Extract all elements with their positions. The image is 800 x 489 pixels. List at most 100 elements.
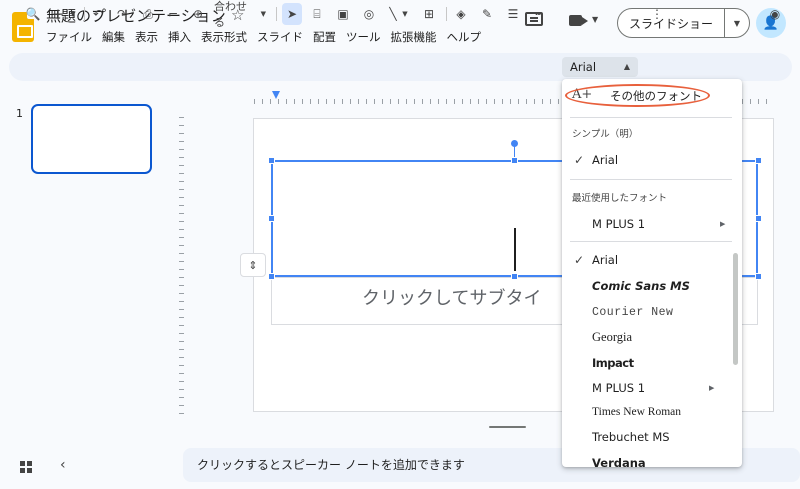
vertical-align-icon[interactable]: ⇕: [240, 253, 266, 277]
comment-add-icon[interactable]: ⊞: [420, 0, 438, 28]
record-icon[interactable]: ◉: [766, 0, 784, 28]
font-item-arial-simple[interactable]: ✓ Arial: [562, 148, 730, 172]
menu-extensions[interactable]: 拡張機能: [391, 29, 437, 45]
font-item-trebuchet[interactable]: Trebuchet MS: [562, 425, 730, 449]
image-icon[interactable]: ▣: [334, 0, 352, 28]
undo-icon[interactable]: ↶: [90, 0, 106, 28]
menu-insert[interactable]: 挿入: [168, 29, 191, 45]
submenu-arrow-icon: ▶: [720, 220, 726, 228]
fill-color-icon[interactable]: ◈: [452, 0, 470, 28]
font-item-label: M PLUS 1: [592, 217, 646, 231]
menu-tools[interactable]: ツール: [346, 29, 381, 45]
border-color-icon[interactable]: ✎: [478, 0, 496, 28]
menu-format[interactable]: 表示形式: [201, 29, 247, 45]
font-item-label: Comic Sans MS: [592, 279, 690, 293]
section-header-recent: 最近使用したフォント: [572, 193, 668, 204]
redo-icon[interactable]: ↷: [114, 0, 130, 28]
chevron-up-icon: ▲: [623, 62, 630, 71]
chevron-down-icon[interactable]: ▼: [68, 0, 78, 28]
resize-handle[interactable]: [755, 273, 762, 280]
font-item-mplus-recent[interactable]: M PLUS 1 ▶: [562, 212, 730, 236]
font-item-label: Arial: [592, 153, 619, 167]
divider: [276, 7, 277, 21]
font-item-label: Arial: [592, 253, 619, 267]
notes-resize-handle[interactable]: [489, 426, 526, 428]
font-item-label: Courier New: [592, 305, 674, 319]
font-item-times-new-roman[interactable]: Times New Roman: [562, 400, 730, 424]
font-item-courier-new[interactable]: Courier New: [562, 300, 730, 324]
font-select[interactable]: Arial ▲: [562, 57, 638, 77]
slideshow-dropdown-icon[interactable]: ▼: [725, 9, 749, 37]
font-item-label: Verdana: [592, 456, 646, 467]
slide-thumbnail[interactable]: [31, 104, 152, 174]
toolbar: [9, 53, 792, 81]
resize-handle[interactable]: [511, 157, 518, 164]
font-item-label: Georgia: [592, 329, 633, 344]
font-item-label: Impact: [592, 356, 634, 370]
menu-bar: ファイル 編集 表示 挿入 表示形式 スライド 配置 ツール 拡張機能 ヘルプ: [46, 29, 481, 45]
text-cursor: [514, 228, 516, 271]
menu-slide[interactable]: スライド: [257, 29, 303, 45]
more-vert-icon[interactable]: ⋮: [650, 0, 664, 28]
menu-help[interactable]: ヘルプ: [447, 29, 482, 45]
divider: [84, 7, 85, 21]
resize-handle[interactable]: [511, 273, 518, 280]
chevron-down-icon: ▼: [260, 10, 266, 18]
zoom-label: 合わせる: [214, 0, 247, 29]
resize-handle[interactable]: [268, 157, 275, 164]
new-slide-icon[interactable]: +: [50, 0, 66, 28]
vertical-ruler[interactable]: [176, 117, 184, 417]
border-weight-icon[interactable]: ☰: [504, 0, 522, 28]
resize-handle[interactable]: [755, 157, 762, 164]
chevron-left-icon[interactable]: ‹: [60, 457, 66, 473]
zoom-icon[interactable]: ⊕: [190, 0, 206, 28]
chevron-down-icon[interactable]: ▼: [592, 15, 598, 24]
subtitle-placeholder-text[interactable]: クリックしてサブタイ: [362, 284, 541, 310]
font-item-label: M PLUS 1: [592, 381, 646, 395]
divider: [570, 179, 732, 180]
text-box-icon[interactable]: ⌸: [308, 0, 326, 28]
video-camera-icon[interactable]: [569, 15, 588, 26]
check-icon: ✓: [574, 253, 585, 267]
rotate-handle[interactable]: [511, 140, 518, 147]
menu-arrange[interactable]: 配置: [313, 29, 336, 45]
font-dropdown-menu: A+ その他のフォント シンプル（明） ✓ Arial 最近使用したフォント M…: [562, 79, 742, 467]
resize-handle[interactable]: [755, 215, 762, 222]
resize-handle[interactable]: [268, 273, 275, 280]
zoom-select[interactable]: 合わせる ▼: [214, 0, 266, 29]
slideshow-button[interactable]: スライドショー: [618, 9, 724, 37]
font-item-label: Times New Roman: [592, 406, 682, 418]
font-item-verdana[interactable]: Verdana: [562, 451, 730, 467]
menu-view[interactable]: 表示: [135, 29, 158, 45]
divider: [570, 117, 732, 118]
grid-view-icon[interactable]: [20, 461, 32, 473]
submenu-arrow-icon: ▶: [709, 384, 715, 392]
slide-number: 1: [16, 107, 23, 120]
chevron-down-icon[interactable]: ▼: [400, 0, 410, 28]
font-item-arial[interactable]: ✓ Arial: [562, 248, 730, 272]
font-item-impact[interactable]: Impact: [562, 351, 730, 375]
select-cursor-icon[interactable]: ➤: [282, 3, 302, 25]
font-select-value: Arial: [570, 60, 597, 74]
resize-handle[interactable]: [268, 215, 275, 222]
annotation-highlight-ellipse: [565, 84, 710, 107]
border-dash-icon[interactable]: ┅: [530, 0, 548, 28]
print-icon[interactable]: ⎙: [139, 0, 157, 28]
menu-edit[interactable]: 編集: [102, 29, 125, 45]
menu-file[interactable]: ファイル: [46, 29, 92, 45]
font-item-georgia[interactable]: Georgia: [562, 325, 730, 349]
search-icon[interactable]: 🔍: [24, 0, 42, 28]
font-item-mplus[interactable]: M PLUS 1 ▶: [562, 376, 730, 400]
shape-icon[interactable]: ◎: [360, 0, 378, 28]
dropdown-scrollbar[interactable]: [733, 253, 738, 365]
divider: [446, 7, 447, 21]
font-item-label: Trebuchet MS: [592, 430, 670, 444]
section-header-simple: シンプル（明）: [572, 129, 639, 140]
speaker-notes-placeholder[interactable]: クリックするとスピーカー ノートを追加できます: [197, 456, 465, 473]
check-icon: ✓: [574, 153, 585, 167]
divider: [570, 241, 732, 242]
line-icon[interactable]: ╲: [386, 0, 400, 28]
slideshow-button-group: スライドショー ▼: [617, 8, 750, 38]
font-item-comic-sans[interactable]: Comic Sans MS: [562, 274, 730, 298]
paint-format-icon[interactable]: ⌐: [165, 0, 181, 28]
